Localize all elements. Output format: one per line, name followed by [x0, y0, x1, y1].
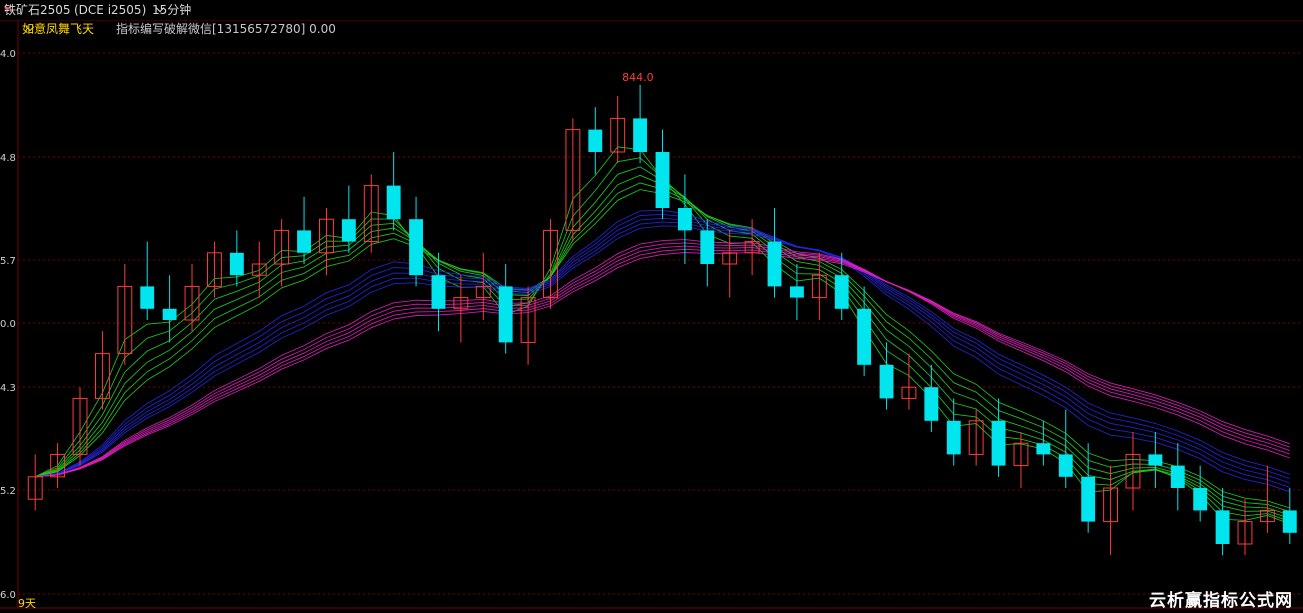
candle-body — [924, 387, 939, 421]
candle-body — [409, 219, 424, 276]
candle-body — [767, 241, 782, 287]
candle-body — [879, 364, 894, 399]
fast-ribbon-line — [35, 182, 1290, 513]
y-tick-label: 5.2 — [0, 486, 16, 497]
y-tick-label: 4.3 — [0, 383, 16, 394]
candle-body — [700, 230, 715, 264]
slow-ribbon-line — [35, 251, 1290, 478]
days-label: 9天 — [18, 597, 36, 610]
slow-ribbon-line — [35, 248, 1290, 478]
grid-lines — [0, 20, 1303, 609]
candle-body — [633, 118, 648, 152]
watermark: 云析赢指标公式网 — [1149, 591, 1293, 611]
candle-body — [1193, 488, 1208, 511]
y-tick-label: 6.0 — [0, 590, 16, 601]
candle-body — [991, 420, 1006, 466]
price-chart[interactable]: 4.0 4.8 5.7 0.0 4.3 5.2 6.0 844.0 — [0, 0, 1303, 613]
fast-ribbon-line — [35, 166, 1290, 519]
y-tick-label: 0.0 — [0, 319, 16, 330]
candle-body — [789, 286, 804, 298]
candle-body — [1282, 510, 1297, 533]
candle-body — [857, 308, 872, 365]
candle-body — [1215, 510, 1230, 544]
candle-body — [1170, 465, 1185, 488]
slow-ribbon-line — [35, 239, 1290, 478]
candle-body — [834, 275, 849, 309]
high-price-label: 844.0 — [622, 71, 654, 84]
y-tick-label: 5.7 — [0, 256, 16, 267]
candle-body — [498, 286, 513, 343]
candle-body — [297, 230, 311, 253]
mid-ribbon-line — [35, 210, 1290, 493]
candle-body — [386, 185, 401, 220]
candle-body — [1081, 476, 1096, 522]
candle-body — [140, 286, 155, 309]
candle-body — [1058, 454, 1073, 477]
candle-body — [588, 129, 603, 152]
candle-body — [946, 420, 961, 455]
candle-body — [431, 275, 446, 309]
candle-body — [1036, 443, 1051, 455]
y-tick-label: 4.8 — [0, 153, 16, 164]
candle-body — [162, 308, 177, 320]
mid-ribbon-line — [35, 221, 1290, 480]
candle-body — [655, 152, 670, 208]
y-axis-labels: 4.0 4.8 5.7 0.0 4.3 5.2 6.0 — [0, 49, 16, 601]
candle-body — [677, 208, 692, 231]
candle-body — [1148, 454, 1163, 466]
y-tick-label: 4.0 — [0, 49, 16, 60]
candle-body — [229, 252, 244, 276]
fast-ribbon-line — [35, 189, 1290, 509]
candle-body — [341, 219, 356, 242]
